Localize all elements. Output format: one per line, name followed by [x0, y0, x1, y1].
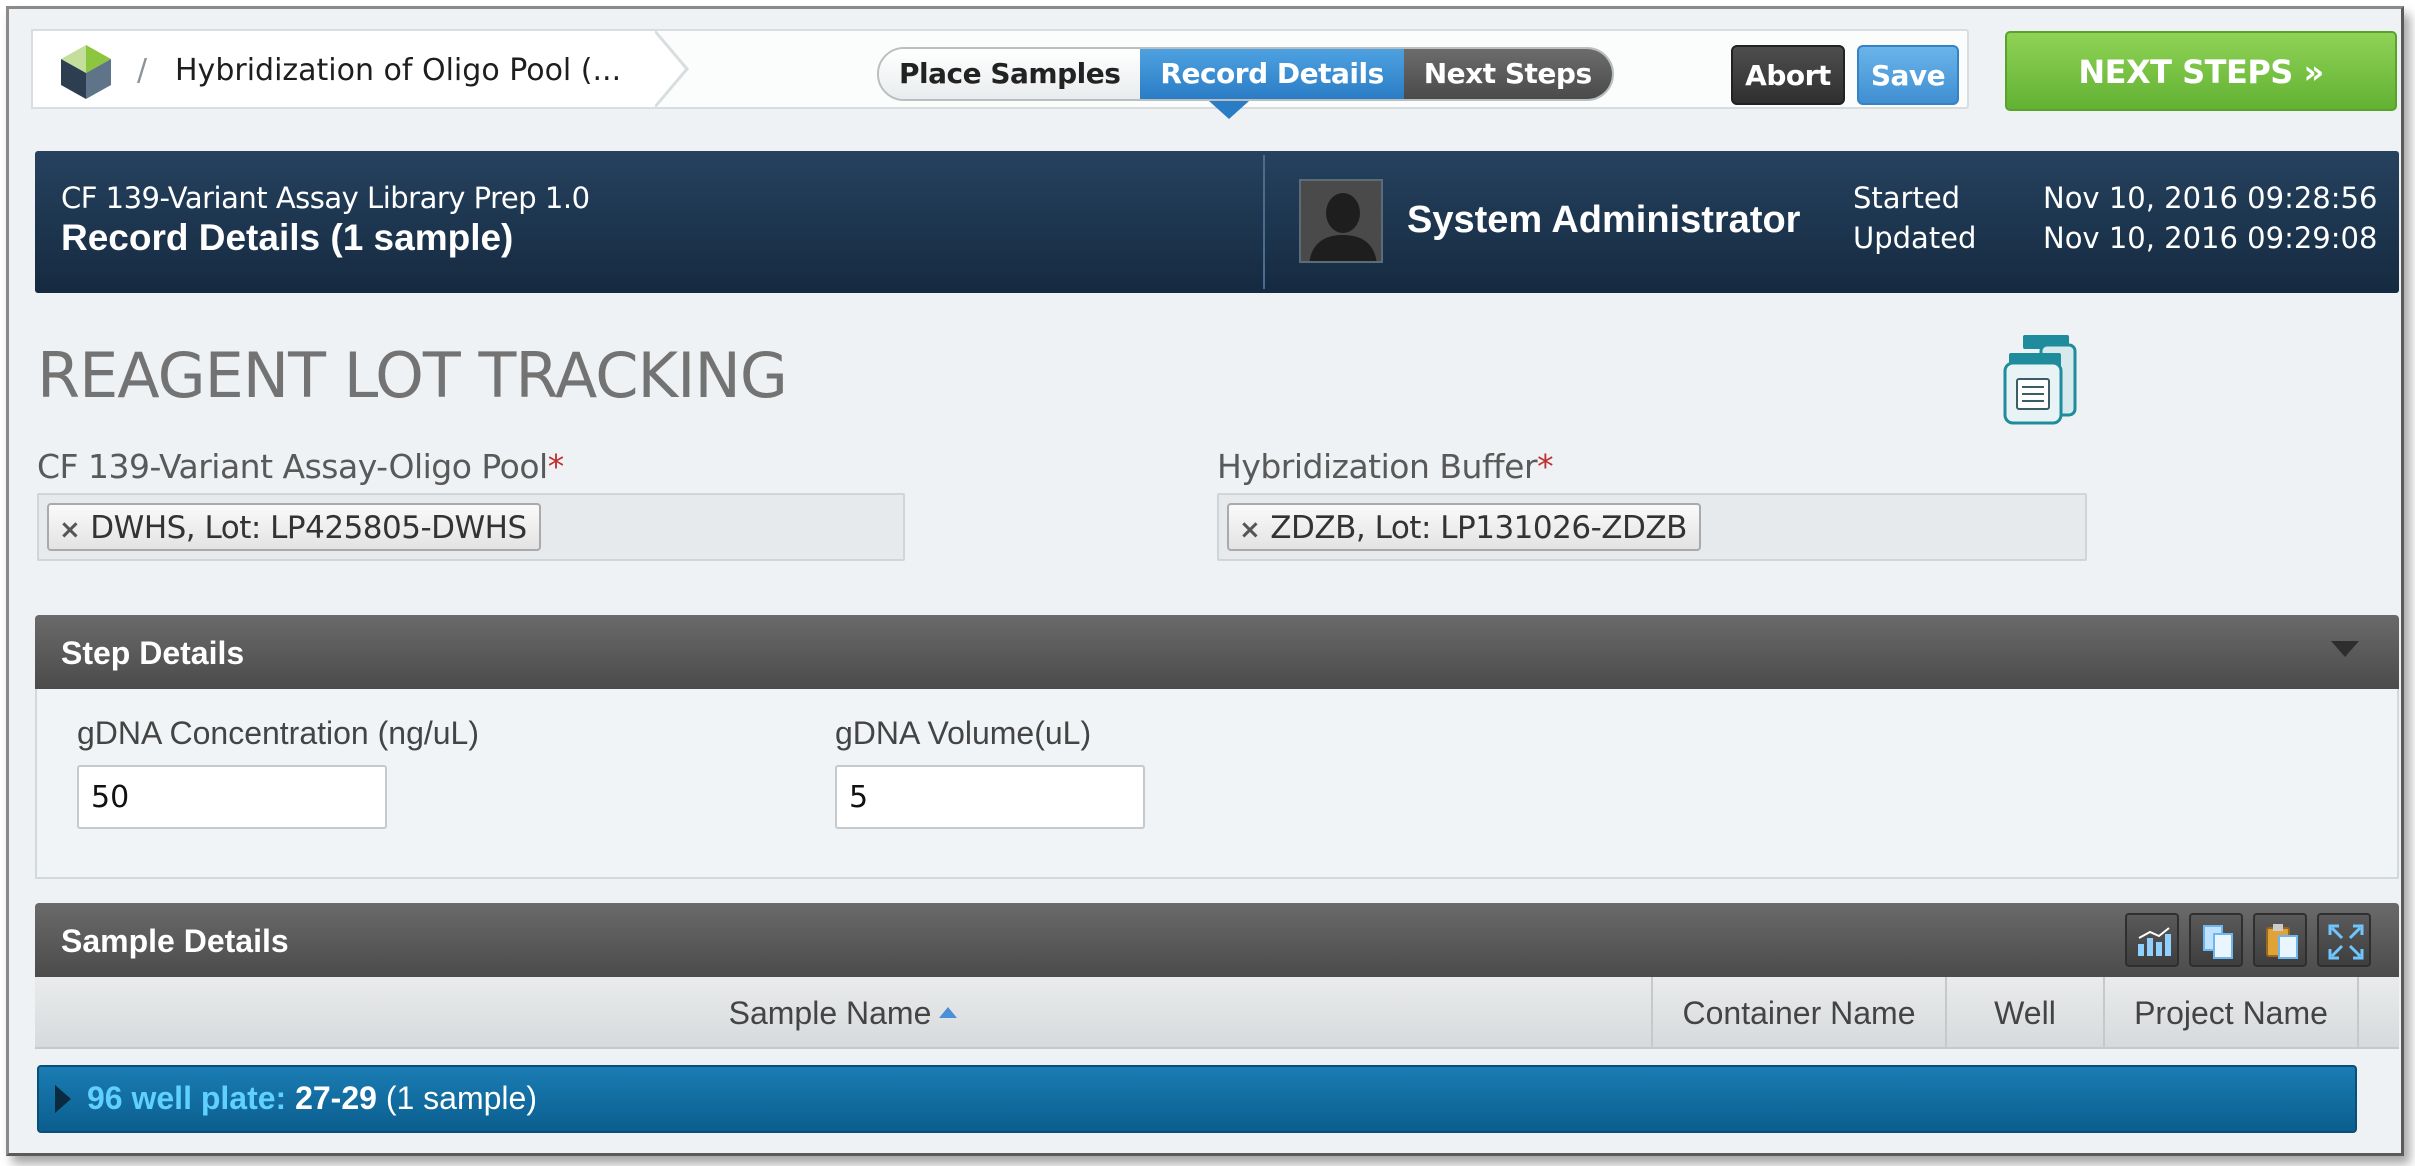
- protocol-name: CF 139-Variant Assay Library Prep 1.0: [61, 181, 590, 215]
- chart-icon: [2138, 927, 2171, 956]
- avatar: [1299, 179, 1383, 263]
- breadcrumb-arrow-fill: [653, 31, 685, 107]
- paste-icon: [2266, 924, 2298, 959]
- expand-icon: [2328, 924, 2364, 960]
- gdna-concentration-label: gDNA Concentration (ng/uL): [77, 715, 479, 751]
- remove-lot-icon[interactable]: ×: [59, 507, 81, 553]
- required-marker: *: [1537, 447, 1554, 486]
- next-steps-button[interactable]: NEXT STEPS »: [2005, 31, 2397, 111]
- updated-label: Updated: [1853, 221, 1977, 255]
- copy-button[interactable]: [2189, 913, 2243, 967]
- container-type: 96 well plate:: [87, 1080, 287, 1116]
- breadcrumb-separator: /: [137, 53, 148, 88]
- started-timestamp: Nov 10, 2016 09:28:56: [2043, 181, 2378, 215]
- remove-lot-icon[interactable]: ×: [1239, 507, 1261, 553]
- tab-record-details[interactable]: Record Details: [1140, 49, 1404, 99]
- gdna-volume-label: gDNA Volume(uL): [835, 715, 1092, 751]
- column-header-well[interactable]: Well: [1945, 977, 2103, 1049]
- step-details-header[interactable]: [35, 615, 2399, 689]
- app-logo-icon[interactable]: [57, 43, 115, 101]
- started-label: Started: [1853, 181, 1961, 215]
- oligo-pool-lot-tag: × DWHS, Lot: LP425805-DWHS: [47, 503, 541, 551]
- tab-next-steps[interactable]: Next Steps: [1403, 49, 1612, 99]
- header-divider: [1263, 155, 1265, 289]
- reagent-kit-icon[interactable]: [2001, 331, 2087, 427]
- step-navigator: Place Samples Record Details Next Steps: [877, 47, 1614, 101]
- abort-button[interactable]: Abort: [1731, 45, 1845, 105]
- expand-arrow-icon[interactable]: [55, 1085, 71, 1113]
- fullscreen-button[interactable]: [2317, 913, 2371, 967]
- step-details-title: Step Details: [61, 635, 245, 671]
- container-name: 27-29: [295, 1080, 377, 1116]
- page-title: Record Details (1 sample): [61, 217, 514, 258]
- sample-count: (1 sample): [385, 1080, 537, 1116]
- updated-timestamp: Nov 10, 2016 09:29:08: [2043, 221, 2378, 255]
- collapse-chevron-icon[interactable]: [2331, 641, 2359, 657]
- active-step-pointer: [1209, 101, 1249, 119]
- sort-ascending-icon: [939, 1007, 958, 1019]
- column-header-label: Sample Name: [728, 995, 932, 1031]
- sample-details-header: [35, 903, 2399, 977]
- gdna-concentration-input[interactable]: [77, 765, 387, 829]
- column-header-sample-name[interactable]: Sample Name: [35, 977, 1651, 1049]
- section-title: REAGENT LOT TRACKING: [37, 339, 788, 412]
- sample-details-title: Sample Details: [61, 923, 289, 959]
- container-group-label: 96 well plate: 27-29 (1 sample): [87, 1080, 537, 1117]
- oligo-pool-label-text: CF 139-Variant Assay-Oligo Pool: [37, 447, 548, 486]
- gdna-volume-input[interactable]: [835, 765, 1145, 829]
- oligo-pool-lot-value: DWHS, Lot: LP425805-DWHS: [90, 510, 527, 546]
- app-window: / Hybridization of Oligo Pool (... Place…: [6, 6, 2404, 1156]
- chart-view-button[interactable]: [2125, 913, 2179, 967]
- oligo-pool-label: CF 139-Variant Assay-Oligo Pool*: [37, 447, 564, 486]
- hyb-buffer-lot-tag: × ZDZB, Lot: LP131026-ZDZB: [1227, 503, 1701, 551]
- breadcrumb-step-title[interactable]: Hybridization of Oligo Pool (...: [175, 53, 621, 88]
- copy-icon: [2203, 925, 2233, 959]
- user-name: System Administrator: [1407, 199, 1801, 241]
- oligo-pool-lot-select[interactable]: × DWHS, Lot: LP425805-DWHS: [37, 493, 905, 561]
- hyb-buffer-lot-value: ZDZB, Lot: LP131026-ZDZB: [1270, 510, 1687, 546]
- hyb-buffer-label-text: Hybridization Buffer: [1217, 447, 1538, 486]
- required-marker: *: [547, 447, 565, 486]
- hyb-buffer-label: Hybridization Buffer*: [1217, 447, 1554, 486]
- column-header-spacer: [2357, 977, 2399, 1049]
- save-button[interactable]: Save: [1857, 45, 1959, 105]
- paste-button[interactable]: [2253, 913, 2307, 967]
- column-header-project-name[interactable]: Project Name: [2103, 977, 2357, 1049]
- column-header-container-name[interactable]: Container Name: [1651, 977, 1945, 1049]
- hyb-buffer-lot-select[interactable]: × ZDZB, Lot: LP131026-ZDZB: [1217, 493, 2087, 561]
- tab-place-samples[interactable]: Place Samples: [879, 49, 1141, 99]
